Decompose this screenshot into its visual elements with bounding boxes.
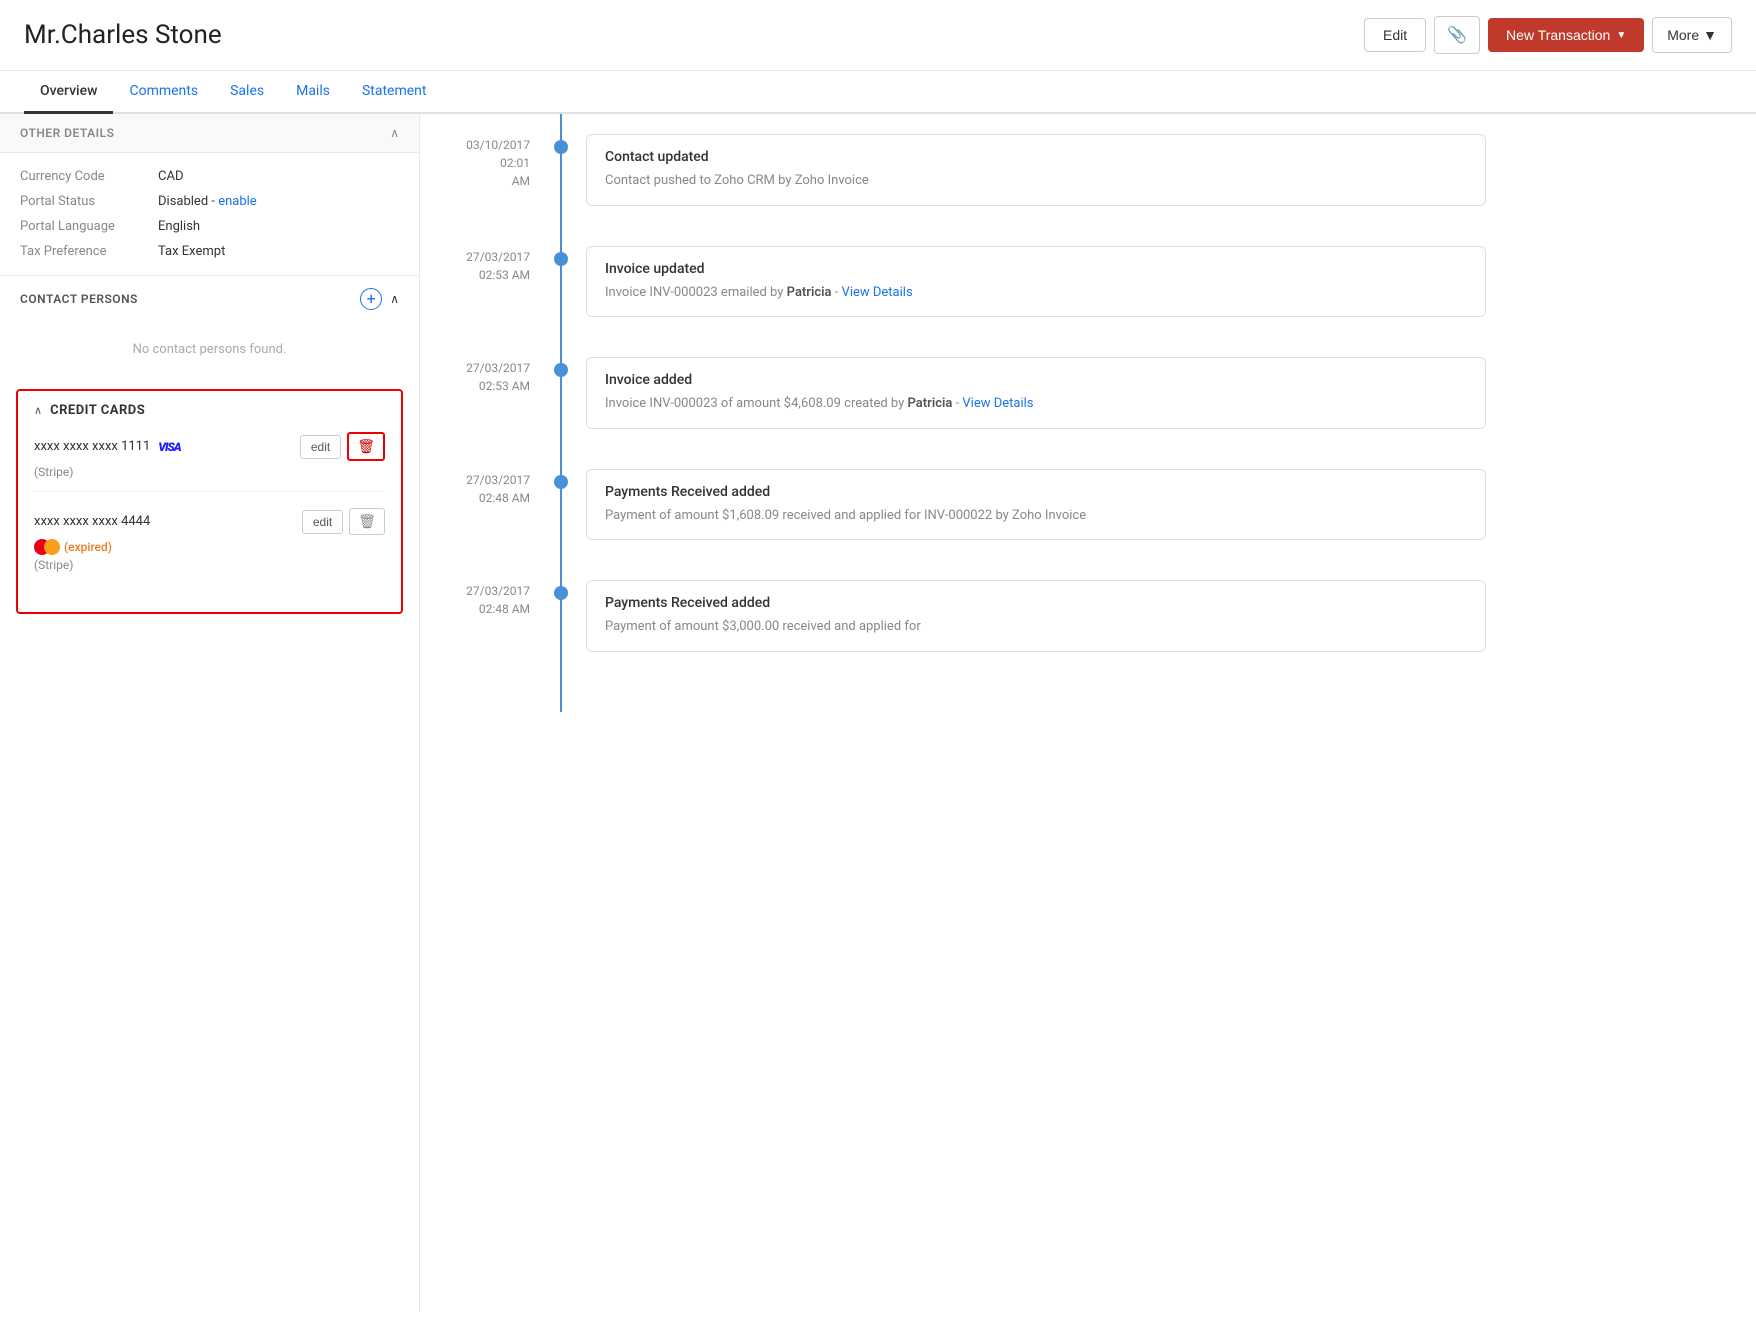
tab-overview[interactable]: Overview — [24, 71, 113, 114]
tab-statement[interactable]: Statement — [346, 71, 443, 114]
card-2-actions: edit 🗑 — [302, 508, 385, 535]
other-details-section-header: OTHER DETAILS ∧ — [0, 114, 419, 153]
card-2-expired-label: (expired) — [64, 540, 112, 554]
page-title: Mr.Charles Stone — [24, 20, 222, 50]
event-title-2: Invoice updated — [605, 261, 1467, 277]
timeline-content-2: Invoice updated Invoice INV-000023 email… — [586, 246, 1486, 318]
currency-code-value: CAD — [158, 169, 399, 184]
card-2-delete-button[interactable]: 🗑 — [349, 508, 385, 535]
credit-cards-header: ∧ CREDIT CARDS — [34, 403, 385, 418]
timeline-dot-5 — [554, 586, 568, 600]
credit-cards-section: ∧ CREDIT CARDS xxxx xxxx xxxx 1111 VISA … — [16, 389, 403, 614]
credit-card-item-2: xxxx xxxx xxxx 4444 edit 🗑 (expired) (St… — [34, 508, 385, 584]
other-details-title: OTHER DETAILS — [20, 126, 114, 140]
visa-logo: VISA — [158, 440, 180, 454]
view-details-link-2[interactable]: View Details — [842, 285, 913, 300]
credit-cards-title: CREDIT CARDS — [50, 403, 145, 418]
tab-comments[interactable]: Comments — [113, 71, 214, 114]
tab-mails[interactable]: Mails — [280, 71, 346, 114]
event-desc-4: Payment of amount $1,608.09 received and… — [605, 506, 1467, 526]
contact-persons-collapse-icon[interactable]: ∧ — [390, 292, 399, 306]
other-details-controls: ∧ — [390, 126, 399, 140]
card-1-digits: xxxx xxxx xxxx 1111 — [34, 439, 150, 454]
more-button[interactable]: More ▼ — [1652, 17, 1732, 53]
card-2-row: xxxx xxxx xxxx 4444 edit 🗑 — [34, 508, 385, 535]
timeline-dot-3 — [554, 363, 568, 377]
mastercard-icon — [34, 539, 60, 555]
view-details-link-3[interactable]: View Details — [962, 396, 1033, 411]
card-2-edit-button[interactable]: edit — [302, 510, 343, 534]
page-header: Mr.Charles Stone Edit 📎 New Transaction … — [0, 0, 1756, 71]
timeline-content-4: Payments Received added Payment of amoun… — [586, 469, 1486, 541]
tax-preference-value: Tax Exempt — [158, 244, 399, 259]
event-title-3: Invoice added — [605, 372, 1467, 388]
timeline-date-3: 27/03/201702:53 AM — [440, 357, 550, 429]
currency-code-label: Currency Code — [20, 169, 150, 184]
dropdown-arrow-icon: ▼ — [1616, 30, 1626, 41]
edit-button[interactable]: Edit — [1364, 18, 1426, 52]
timeline-content-5: Payments Received added Payment of amoun… — [586, 580, 1486, 652]
contact-persons-section-header: CONTACT PERSONS + ∧ — [0, 275, 419, 322]
timeline-content-1: Contact updated Contact pushed to Zoho C… — [586, 134, 1486, 206]
credit-card-item-1: xxxx xxxx xxxx 1111 VISA edit 🗑 (Stripe) — [34, 432, 385, 492]
new-transaction-button[interactable]: New Transaction ▼ — [1488, 18, 1644, 52]
event-desc-1: Contact pushed to Zoho CRM by Zoho Invoi… — [605, 171, 1467, 191]
main-layout: OTHER DETAILS ∧ Currency Code CAD Portal… — [0, 114, 1756, 1312]
tax-preference-label: Tax Preference — [20, 244, 150, 259]
timeline-dot-1 — [554, 140, 568, 154]
card-2-stripe-label: (Stripe) — [34, 558, 385, 572]
card-1-delete-button[interactable]: 🗑 — [347, 432, 385, 461]
card-1-edit-button[interactable]: edit — [300, 435, 341, 459]
credit-cards-collapse-icon[interactable]: ∧ — [34, 404, 42, 417]
more-label: More — [1667, 27, 1699, 43]
timeline-dot-4 — [554, 475, 568, 489]
portal-status-value: Disabled - enable — [158, 194, 399, 209]
timeline-item-4: 27/03/201702:48 AM Payments Received add… — [440, 469, 1736, 541]
more-arrow-icon: ▼ — [1703, 27, 1717, 43]
portal-status-label: Portal Status — [20, 194, 150, 209]
timeline-date-2: 27/03/201702:53 AM — [440, 246, 550, 318]
portal-language-label: Portal Language — [20, 219, 150, 234]
timeline-dot-2 — [554, 252, 568, 266]
timeline-item-1: 03/10/2017 02:01AM Contact updated Conta… — [440, 134, 1736, 206]
contact-persons-controls: + ∧ — [360, 288, 399, 310]
timeline-container: 03/10/2017 02:01AM Contact updated Conta… — [440, 114, 1736, 712]
event-desc-5: Payment of amount $3,000.00 received and… — [605, 617, 1467, 637]
timeline-date-1: 03/10/2017 02:01AM — [440, 134, 550, 206]
card-1-number: xxxx xxxx xxxx 1111 VISA — [34, 439, 181, 454]
card-1-actions: edit 🗑 — [300, 432, 385, 461]
timeline-panel: 03/10/2017 02:01AM Contact updated Conta… — [420, 114, 1756, 1312]
timeline-date-5: 27/03/201702:48 AM — [440, 580, 550, 652]
timeline-date-4: 27/03/201702:48 AM — [440, 469, 550, 541]
tab-bar: Overview Comments Sales Mails Statement — [0, 71, 1756, 114]
no-contacts-message: No contact persons found. — [0, 322, 419, 377]
event-desc-2: Invoice INV-000023 emailed by Patricia -… — [605, 283, 1467, 303]
enable-link[interactable]: enable — [218, 194, 257, 209]
add-contact-button[interactable]: + — [360, 288, 382, 310]
card-1-stripe-label: (Stripe) — [34, 465, 385, 479]
paperclip-icon: 📎 — [1447, 27, 1467, 44]
contact-persons-title: CONTACT PERSONS — [20, 292, 138, 306]
timeline-content-3: Invoice added Invoice INV-000023 of amou… — [586, 357, 1486, 429]
portal-language-value: English — [158, 219, 399, 234]
new-transaction-label: New Transaction — [1506, 27, 1610, 43]
card-1-row: xxxx xxxx xxxx 1111 VISA edit 🗑 — [34, 432, 385, 461]
timeline-item-5: 27/03/201702:48 AM Payments Received add… — [440, 580, 1736, 652]
attach-button[interactable]: 📎 — [1434, 16, 1480, 54]
timeline-item-3: 27/03/201702:53 AM Invoice added Invoice… — [440, 357, 1736, 429]
card-2-number: xxxx xxxx xxxx 4444 — [34, 514, 150, 529]
card-2-digits: xxxx xxxx xxxx 4444 — [34, 514, 150, 529]
event-title-4: Payments Received added — [605, 484, 1467, 500]
tab-sales[interactable]: Sales — [214, 71, 280, 114]
sidebar: OTHER DETAILS ∧ Currency Code CAD Portal… — [0, 114, 420, 1312]
header-actions: Edit 📎 New Transaction ▼ More ▼ — [1364, 16, 1732, 54]
other-details-fields: Currency Code CAD Portal Status Disabled… — [0, 153, 419, 275]
event-title-5: Payments Received added — [605, 595, 1467, 611]
event-title-1: Contact updated — [605, 149, 1467, 165]
card-2-brand-row: (expired) — [34, 539, 385, 555]
timeline-item-2: 27/03/201702:53 AM Invoice updated Invoi… — [440, 246, 1736, 318]
collapse-icon[interactable]: ∧ — [390, 126, 399, 140]
event-desc-3: Invoice INV-000023 of amount $4,608.09 c… — [605, 394, 1467, 414]
